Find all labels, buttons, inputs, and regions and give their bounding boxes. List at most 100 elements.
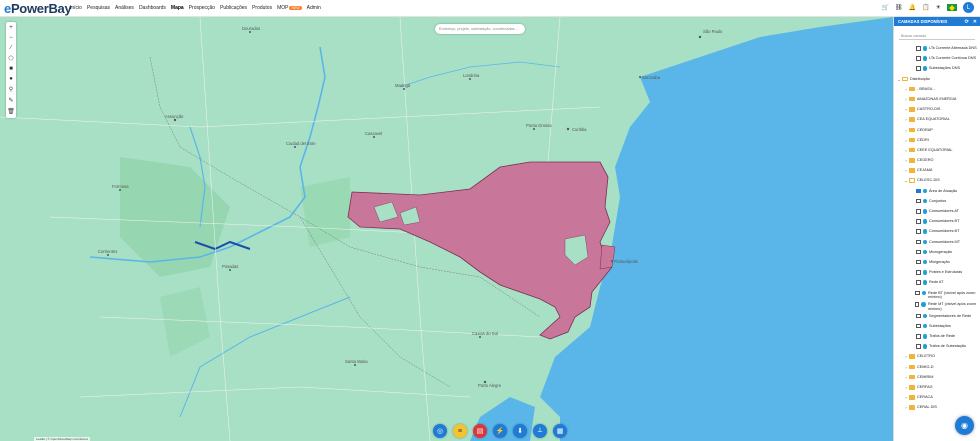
nav-item-analises[interactable]: Análises — [115, 5, 134, 11]
layer-row[interactable]: Segmentadores de Rede — [894, 312, 980, 322]
layer-checkbox[interactable] — [916, 344, 921, 349]
marker-icon[interactable]: ⚲ — [9, 86, 13, 93]
nav-item-pesquisas[interactable]: Pesquisas — [87, 5, 110, 11]
layer-checkbox[interactable] — [916, 249, 921, 255]
draw-circle-icon[interactable]: ● — [9, 76, 13, 82]
notifications-icon[interactable]: 🔔 — [909, 4, 916, 11]
cart-icon[interactable]: 🛒 — [882, 4, 889, 11]
folder-row[interactable]: › CEJAMA — [894, 166, 980, 176]
nav-item-produtos[interactable]: Produtos — [252, 5, 272, 11]
layer-checkbox[interactable] — [916, 270, 921, 275]
layer-label: Microgeração — [929, 249, 953, 254]
calendar-button[interactable]: ▦ — [553, 424, 567, 438]
folder-row[interactable]: › CEDRI — [894, 136, 980, 146]
layer-checkbox[interactable] — [916, 56, 921, 61]
layer-row[interactable]: Rede AT — [894, 278, 980, 288]
nav-item-inicio[interactable]: Início — [70, 5, 82, 11]
draw-line-icon[interactable]: ∕ — [10, 45, 11, 51]
theme-toggle-icon[interactable]: ☀ — [936, 4, 941, 11]
layer-row[interactable]: Rede BT (visível após zoom mínimo) — [894, 289, 980, 301]
layer-checkbox[interactable] — [916, 209, 921, 214]
link-icon[interactable]: ⛓ — [895, 4, 903, 11]
folder-row[interactable]: › CERAL DIS — [894, 403, 980, 413]
draw-rectangle-icon[interactable]: ■ — [9, 66, 13, 72]
layer-row[interactable]: Consumidores MT — [894, 238, 980, 248]
layers-button[interactable]: ≡ — [453, 424, 467, 438]
layer-checkbox[interactable] — [916, 239, 921, 245]
layer-row[interactable]: Minigeração — [894, 258, 980, 268]
layer-row[interactable]: LTs Corrente Contínua DNS — [894, 54, 980, 64]
draw-polygon-icon[interactable]: ⬠ — [8, 55, 13, 62]
folder-row[interactable]: › CEMIG-D — [894, 363, 980, 373]
layer-row[interactable]: Rede MT (visível após zoom mínimo) — [894, 300, 980, 312]
city-label-posadas: Posadas — [222, 264, 238, 269]
map-attribution[interactable]: Leaflet | © OpenStreetMap contributors — [34, 437, 91, 441]
folder-row[interactable]: › AMAZONAS ENERGIA — [894, 95, 980, 105]
close-icon[interactable]: ✕ — [973, 19, 977, 25]
layer-row[interactable]: Consumidores BT — [894, 227, 980, 237]
layer-row[interactable]: Consumidores BT — [894, 217, 980, 227]
nav-item-prospeccao[interactable]: Prospecção — [189, 5, 215, 11]
folder-row[interactable]: › CERFAG — [894, 383, 980, 393]
layer-checkbox[interactable] — [916, 323, 921, 329]
layer-row[interactable]: Trafos de Subestação — [894, 342, 980, 352]
layer-row[interactable]: Subestações — [894, 322, 980, 332]
nav-item-mapa[interactable]: Mapa — [171, 5, 184, 11]
logo-e: e — [4, 0, 11, 16]
layer-checkbox[interactable] — [916, 46, 921, 51]
folder-row[interactable]: ⌄ Distribuição — [894, 75, 980, 85]
layer-checkbox[interactable] — [916, 280, 921, 285]
layer-checkbox[interactable] — [914, 302, 920, 307]
report-button[interactable]: ▤ — [473, 424, 487, 438]
layer-type-icon — [922, 280, 927, 285]
ruler-button[interactable]: ⟂ — [533, 424, 547, 438]
folder-row[interactable]: › CEGERO — [894, 156, 980, 166]
map-search-input[interactable]: Endereço, projeto, subestação, coordenad… — [435, 24, 525, 34]
delete-icon[interactable]: 🗑 — [7, 108, 15, 115]
layer-search-input[interactable]: Buscar camada — [899, 32, 975, 40]
folder-row[interactable]: › CEMIRIM — [894, 373, 980, 383]
edit-icon[interactable]: ✎ — [8, 97, 13, 104]
folder-row[interactable]: › CERACA — [894, 393, 980, 403]
chat-button[interactable]: ◉ — [955, 416, 974, 435]
nav-item-admin[interactable]: Admin — [307, 5, 321, 11]
layer-row[interactable]: Consumidores AT — [894, 207, 980, 217]
layer-checkbox[interactable] — [916, 66, 921, 71]
layer-checkbox[interactable] — [915, 290, 920, 295]
download-button[interactable]: ⬇ — [513, 424, 527, 438]
clipboard-icon[interactable]: 📋 — [922, 4, 929, 11]
app-logo[interactable]: ePowerBay — [0, 0, 72, 16]
layer-checkbox[interactable] — [916, 188, 921, 194]
folder-row[interactable]: ⌄ CELESC-DIS — [894, 176, 980, 186]
layer-row[interactable]: Postes e Estruturas — [894, 268, 980, 278]
avatar[interactable]: L — [963, 2, 974, 13]
zoom-out-icon[interactable]: − — [9, 35, 13, 41]
layer-row[interactable]: Subestações DNS — [894, 64, 980, 74]
folder-row[interactable]: › CEDRAP — [894, 126, 980, 136]
language-flag-icon[interactable] — [947, 4, 957, 11]
folder-row[interactable]: › CEA EQUATORIAL — [894, 115, 980, 125]
folder-row[interactable]: › CASTRO-DIS — [894, 105, 980, 115]
nav-item-dashboards[interactable]: Dashboards — [139, 5, 166, 11]
zoom-in-icon[interactable]: + — [9, 25, 13, 31]
layer-row[interactable]: Microgeração — [894, 248, 980, 258]
folder-row[interactable]: › - BRASIL - — [894, 85, 980, 95]
layer-row[interactable]: Área de Atuação — [894, 187, 980, 197]
layer-checkbox[interactable] — [916, 219, 921, 224]
map-canvas[interactable]: Assunção Curitiba São Paulo Porto Alegre… — [0, 17, 893, 441]
refresh-icon[interactable]: ⟳ — [965, 19, 969, 25]
layer-checkbox[interactable] — [916, 259, 921, 265]
folder-row[interactable]: › CEEE EQUATORIAL — [894, 146, 980, 156]
layer-checkbox[interactable] — [916, 229, 921, 234]
layer-row[interactable]: Trafos de Rede — [894, 332, 980, 342]
layer-checkbox[interactable] — [916, 313, 921, 319]
layer-row[interactable]: LTs Corrente Alternada DNS — [894, 44, 980, 54]
layer-checkbox[interactable] — [916, 334, 921, 339]
tower-button[interactable]: ⚡ — [493, 424, 507, 438]
nav-item-mop[interactable]: MOP NEW — [277, 5, 302, 11]
nav-item-publicacoes[interactable]: Publicações — [220, 5, 247, 11]
layer-checkbox[interactable] — [916, 198, 921, 204]
layer-row[interactable]: Conjuntos — [894, 197, 980, 207]
folder-row[interactable]: › CELETRO — [894, 352, 980, 362]
basemap-button[interactable]: ◎ — [433, 424, 447, 438]
